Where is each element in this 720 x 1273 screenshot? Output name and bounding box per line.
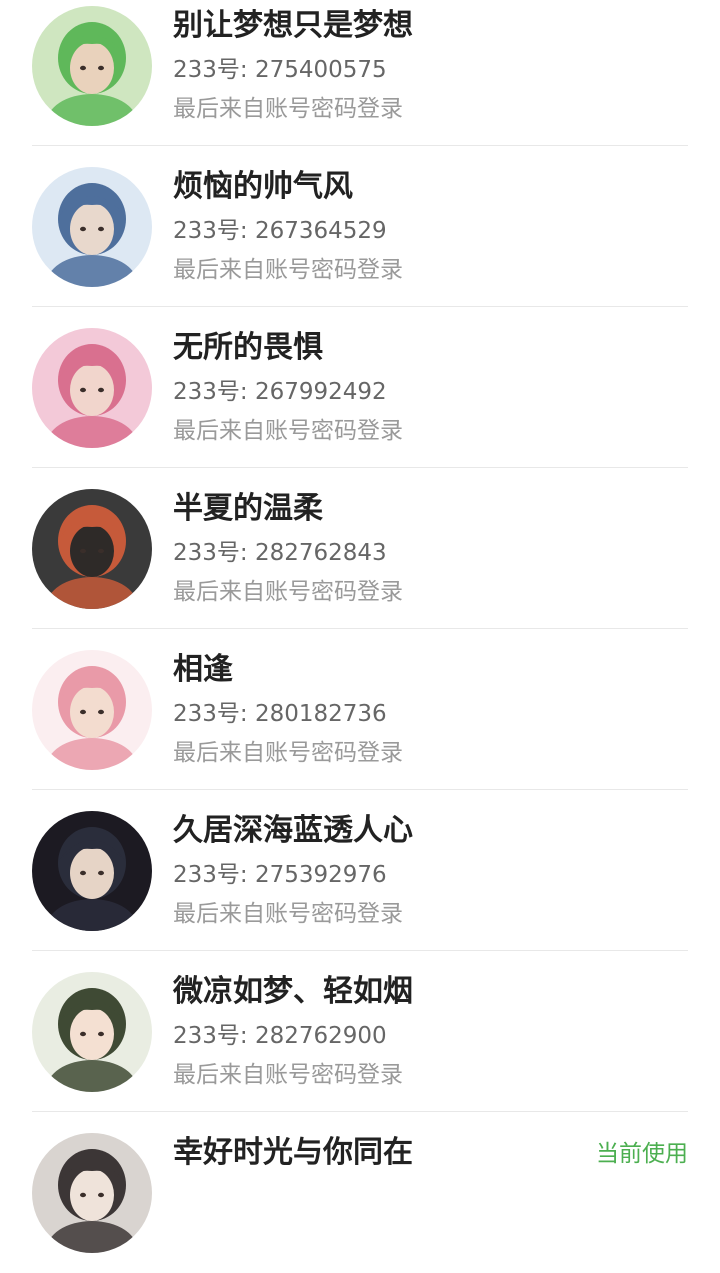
account-list: 别让梦想只是梦想 233号: 275400575 最后来自账号密码登录 烦恼的帅… — [0, 0, 720, 1273]
account-row[interactable]: 半夏的温柔 233号: 282762843 最后来自账号密码登录 — [0, 468, 720, 629]
avatar-boy-at-desk — [32, 489, 152, 609]
avatar-blue-hair-boy-drawing — [32, 167, 152, 287]
account-id: 233号: 275400575 — [173, 57, 387, 83]
avatar-dark-hair-girl-drawing — [32, 1133, 152, 1253]
account-name: 无所的畏惧 — [173, 330, 323, 365]
account-row[interactable]: 别让梦想只是梦想 233号: 275400575 最后来自账号密码登录 — [0, 0, 720, 146]
account-name: 烦恼的帅气风 — [173, 169, 353, 204]
account-name: 久居深海蓝透人心 — [173, 813, 413, 848]
avatar-green-hair-girl — [32, 6, 152, 126]
last-login-method: 最后来自账号密码登录 — [173, 579, 403, 605]
account-name: 别让梦想只是梦想 — [173, 8, 413, 43]
avatar-green-bob-girl-drawing — [32, 972, 152, 1092]
avatar-boy-at-desk-drawing — [32, 489, 152, 609]
avatar-pink-hair-boy — [32, 650, 152, 770]
account-row[interactable]: 微凉如梦、轻如烟 233号: 282762900 最后来自账号密码登录 — [0, 951, 720, 1112]
account-id: 233号: 275392976 — [173, 862, 387, 888]
last-login-method: 最后来自账号密码登录 — [173, 740, 403, 766]
account-name: 相逢 — [173, 652, 233, 687]
account-row-current[interactable]: 幸好时光与你同在 当前使用 — [0, 1112, 720, 1273]
account-name: 半夏的温柔 — [173, 491, 323, 526]
account-row[interactable]: 烦恼的帅气风 233号: 267364529 最后来自账号密码登录 — [0, 146, 720, 307]
account-id: 233号: 267992492 — [173, 379, 387, 405]
avatar-pink-hair-girl — [32, 328, 152, 448]
avatar-green-hair-girl-drawing — [32, 6, 152, 126]
account-id: 233号: 280182736 — [173, 701, 387, 727]
avatar-pink-hair-girl-drawing — [32, 328, 152, 448]
avatar-blue-hair-boy — [32, 167, 152, 287]
avatar-dark-hair-boy-drawing — [32, 811, 152, 931]
current-account-badge: 当前使用 — [596, 1141, 688, 1167]
avatar-dark-hair-girl — [32, 1133, 152, 1253]
account-row[interactable]: 无所的畏惧 233号: 267992492 最后来自账号密码登录 — [0, 307, 720, 468]
avatar-green-bob-girl — [32, 972, 152, 1092]
account-id: 233号: 282762900 — [173, 1023, 387, 1049]
avatar-dark-hair-boy — [32, 811, 152, 931]
account-row[interactable]: 久居深海蓝透人心 233号: 275392976 最后来自账号密码登录 — [0, 790, 720, 951]
last-login-method: 最后来自账号密码登录 — [173, 1062, 403, 1088]
last-login-method: 最后来自账号密码登录 — [173, 257, 403, 283]
account-name: 微凉如梦、轻如烟 — [173, 974, 413, 1009]
last-login-method: 最后来自账号密码登录 — [173, 901, 403, 927]
last-login-method: 最后来自账号密码登录 — [173, 96, 403, 122]
account-row[interactable]: 相逢 233号: 280182736 最后来自账号密码登录 — [0, 629, 720, 790]
account-name: 幸好时光与你同在 — [173, 1135, 413, 1170]
last-login-method: 最后来自账号密码登录 — [173, 418, 403, 444]
account-id: 233号: 282762843 — [173, 540, 387, 566]
account-id: 233号: 267364529 — [173, 218, 387, 244]
avatar-pink-hair-boy-drawing — [32, 650, 152, 770]
